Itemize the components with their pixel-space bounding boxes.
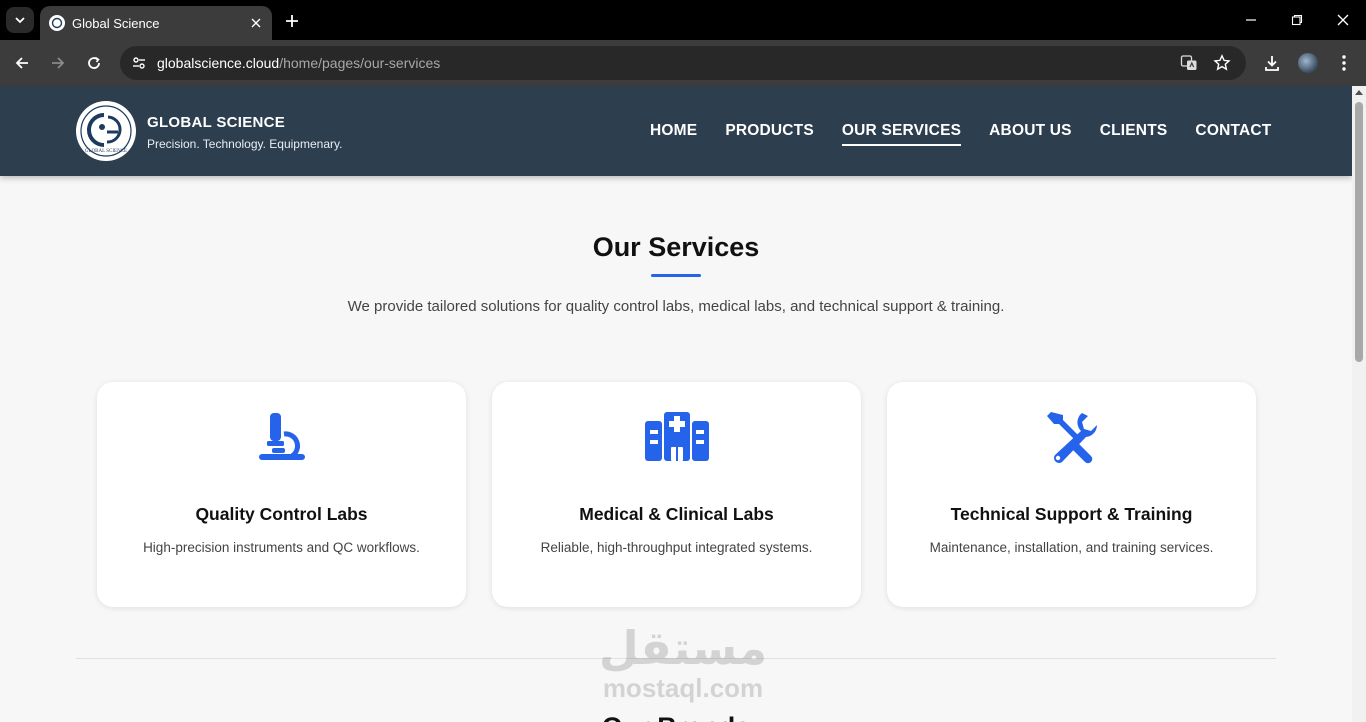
scroll-up-arrow-icon[interactable] (1355, 90, 1363, 95)
download-icon (1265, 56, 1279, 71)
service-card-technical-support[interactable]: Technical Support & Training Maintenance… (887, 382, 1256, 607)
arrow-right-icon (52, 57, 65, 69)
page-viewport: GLOBAL SCIENCE GLOBAL SCIENCE Precision.… (0, 86, 1352, 722)
nav-home[interactable]: HOME (650, 122, 697, 146)
card-description: High-precision instruments and QC workfl… (143, 540, 420, 555)
logo-icon: GLOBAL SCIENCE (80, 105, 132, 157)
translate-icon[interactable] (1178, 52, 1200, 74)
nav-about-us[interactable]: ABOUT US (989, 122, 1072, 146)
tab-title: Global Science (72, 15, 160, 31)
card-title: Quality Control Labs (195, 504, 368, 524)
chevron-down-icon (15, 17, 25, 24)
card-description: Reliable, high-throughput integrated sys… (540, 540, 813, 555)
service-card-quality-control[interactable]: Quality Control Labs High-precision inst… (97, 382, 466, 607)
url-text[interactable]: globalscience.cloud/home/pages/our-servi… (157, 55, 440, 71)
tools-icon (887, 410, 1256, 464)
section-title: Our Services (592, 232, 760, 262)
card-title: Medical & Clinical Labs (579, 504, 774, 524)
watermark-latin: mostaql.com (602, 673, 764, 703)
section-subtitle: We provide tailored solutions for qualit… (347, 298, 1005, 315)
minimize-button[interactable] (1239, 8, 1263, 32)
brand-tagline: Precision. Technology. Equipmenary. (147, 137, 343, 151)
back-button[interactable] (10, 51, 34, 75)
next-section-title: Our Brands (0, 712, 1352, 722)
forward-button[interactable] (46, 51, 70, 75)
main-nav: HOME PRODUCTS OUR SERVICES ABOUT US CLIE… (650, 122, 1271, 146)
favicon-icon (49, 15, 65, 31)
page-scrollbar[interactable] (1352, 86, 1366, 722)
arrow-left-icon (15, 57, 28, 69)
browser-toolbar: globalscience.cloud/home/pages/our-servi… (0, 40, 1366, 86)
reload-icon (88, 56, 100, 69)
svg-text:GLOBAL SCIENCE: GLOBAL SCIENCE (85, 149, 127, 154)
browser-tab-strip: Global Science (0, 0, 1366, 40)
close-tab-icon[interactable] (246, 13, 266, 33)
title-underline (651, 274, 701, 277)
new-tab-button[interactable] (281, 10, 303, 32)
card-title: Technical Support & Training (950, 504, 1193, 524)
address-bar[interactable]: globalscience.cloud/home/pages/our-servi… (120, 46, 1246, 80)
more-vertical-icon (1342, 55, 1346, 71)
brand-name[interactable]: GLOBAL SCIENCE (147, 114, 285, 131)
site-header: GLOBAL SCIENCE GLOBAL SCIENCE Precision.… (0, 86, 1352, 176)
watermark-arabic: مستقل (598, 621, 768, 675)
nav-our-services[interactable]: OUR SERVICES (841, 122, 962, 146)
card-description: Maintenance, installation, and training … (929, 540, 1214, 555)
nav-clients[interactable]: CLIENTS (1100, 122, 1168, 146)
browser-tab[interactable]: Global Science (40, 6, 272, 40)
nav-contact[interactable]: CONTACT (1195, 122, 1271, 146)
service-card-medical-clinical[interactable]: Medical & Clinical Labs Reliable, high-t… (492, 382, 861, 607)
browser-menu-button[interactable] (1332, 51, 1356, 75)
nav-products[interactable]: PRODUCTS (725, 122, 814, 146)
site-info-icon[interactable] (128, 52, 150, 74)
reload-button[interactable] (82, 51, 106, 75)
close-window-button[interactable] (1331, 8, 1355, 32)
profile-button[interactable] (1296, 51, 1320, 75)
close-icon (1337, 14, 1349, 26)
minimize-icon (1246, 19, 1256, 21)
tab-search-button[interactable] (6, 7, 34, 33)
scroll-thumb[interactable] (1355, 102, 1363, 362)
microscope-icon (97, 410, 466, 464)
restore-button[interactable] (1285, 8, 1309, 32)
avatar (1298, 53, 1318, 73)
hospital-icon (492, 410, 861, 464)
restore-icon (1291, 14, 1303, 26)
site-logo[interactable]: GLOBAL SCIENCE (76, 101, 136, 161)
url-domain: globalscience.cloud (157, 55, 280, 71)
downloads-button[interactable] (1260, 51, 1284, 75)
url-path: /home/pages/our-services (279, 55, 441, 71)
plus-icon (286, 15, 298, 27)
bookmark-star-icon[interactable] (1211, 52, 1233, 74)
watermark: مستقل mostaql.com (598, 621, 768, 711)
